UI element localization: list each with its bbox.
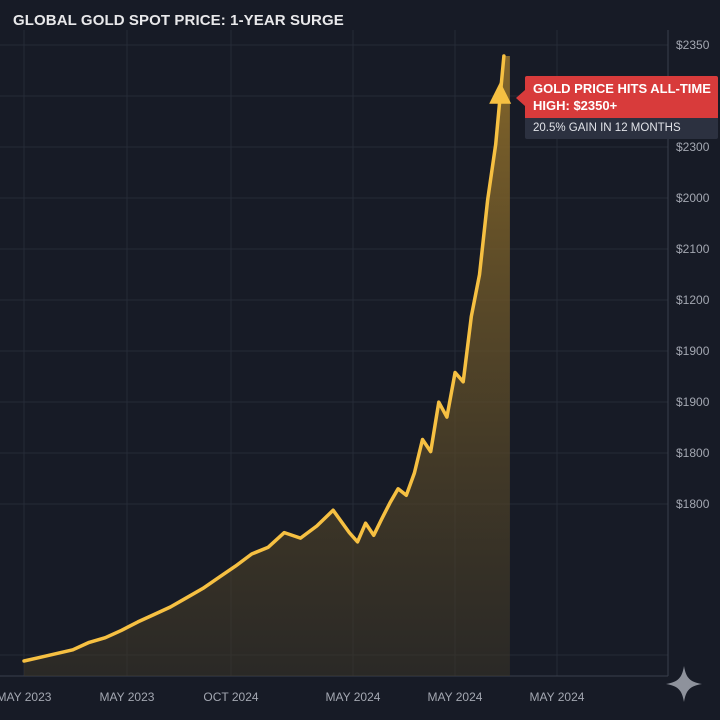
callout-pointer (516, 90, 525, 106)
x-axis-ticks: MAY 2023 MAY 2023 OCT 2024 MAY 2024 MAY 2024… (0, 690, 585, 704)
sparkle-icon (666, 666, 702, 702)
x-tick-label: MAY 2023 (100, 690, 155, 704)
y-tick-label: $1800 (676, 497, 710, 511)
y-tick-label: $2000 (676, 191, 710, 205)
x-tick-label: MAY 2024 (326, 690, 381, 704)
y-tick-label: $2350 (676, 38, 710, 52)
ath-callout: GOLD PRICE HITS ALL-TIME HIGH: $2350+ 20… (516, 76, 718, 139)
callout-subline: 20.5% GAIN IN 12 MONTHS (525, 118, 718, 139)
price-area (24, 56, 510, 676)
y-tick-label: $2100 (676, 242, 710, 256)
x-tick-label: OCT 2024 (203, 690, 258, 704)
y-tick-label: $1900 (676, 395, 710, 409)
y-tick-label: $2300 (676, 140, 710, 154)
y-tick-label: $1900 (676, 344, 710, 358)
y-tick-label: $1800 (676, 446, 710, 460)
callout-headline: GOLD PRICE HITS ALL-TIME HIGH: $2350+ (525, 76, 718, 118)
x-tick-label: MAY 2024 (428, 690, 483, 704)
y-tick-label: $1200 (676, 293, 710, 307)
x-tick-label: MAY 2024 (530, 690, 585, 704)
x-tick-label: MAY 2023 (0, 690, 52, 704)
